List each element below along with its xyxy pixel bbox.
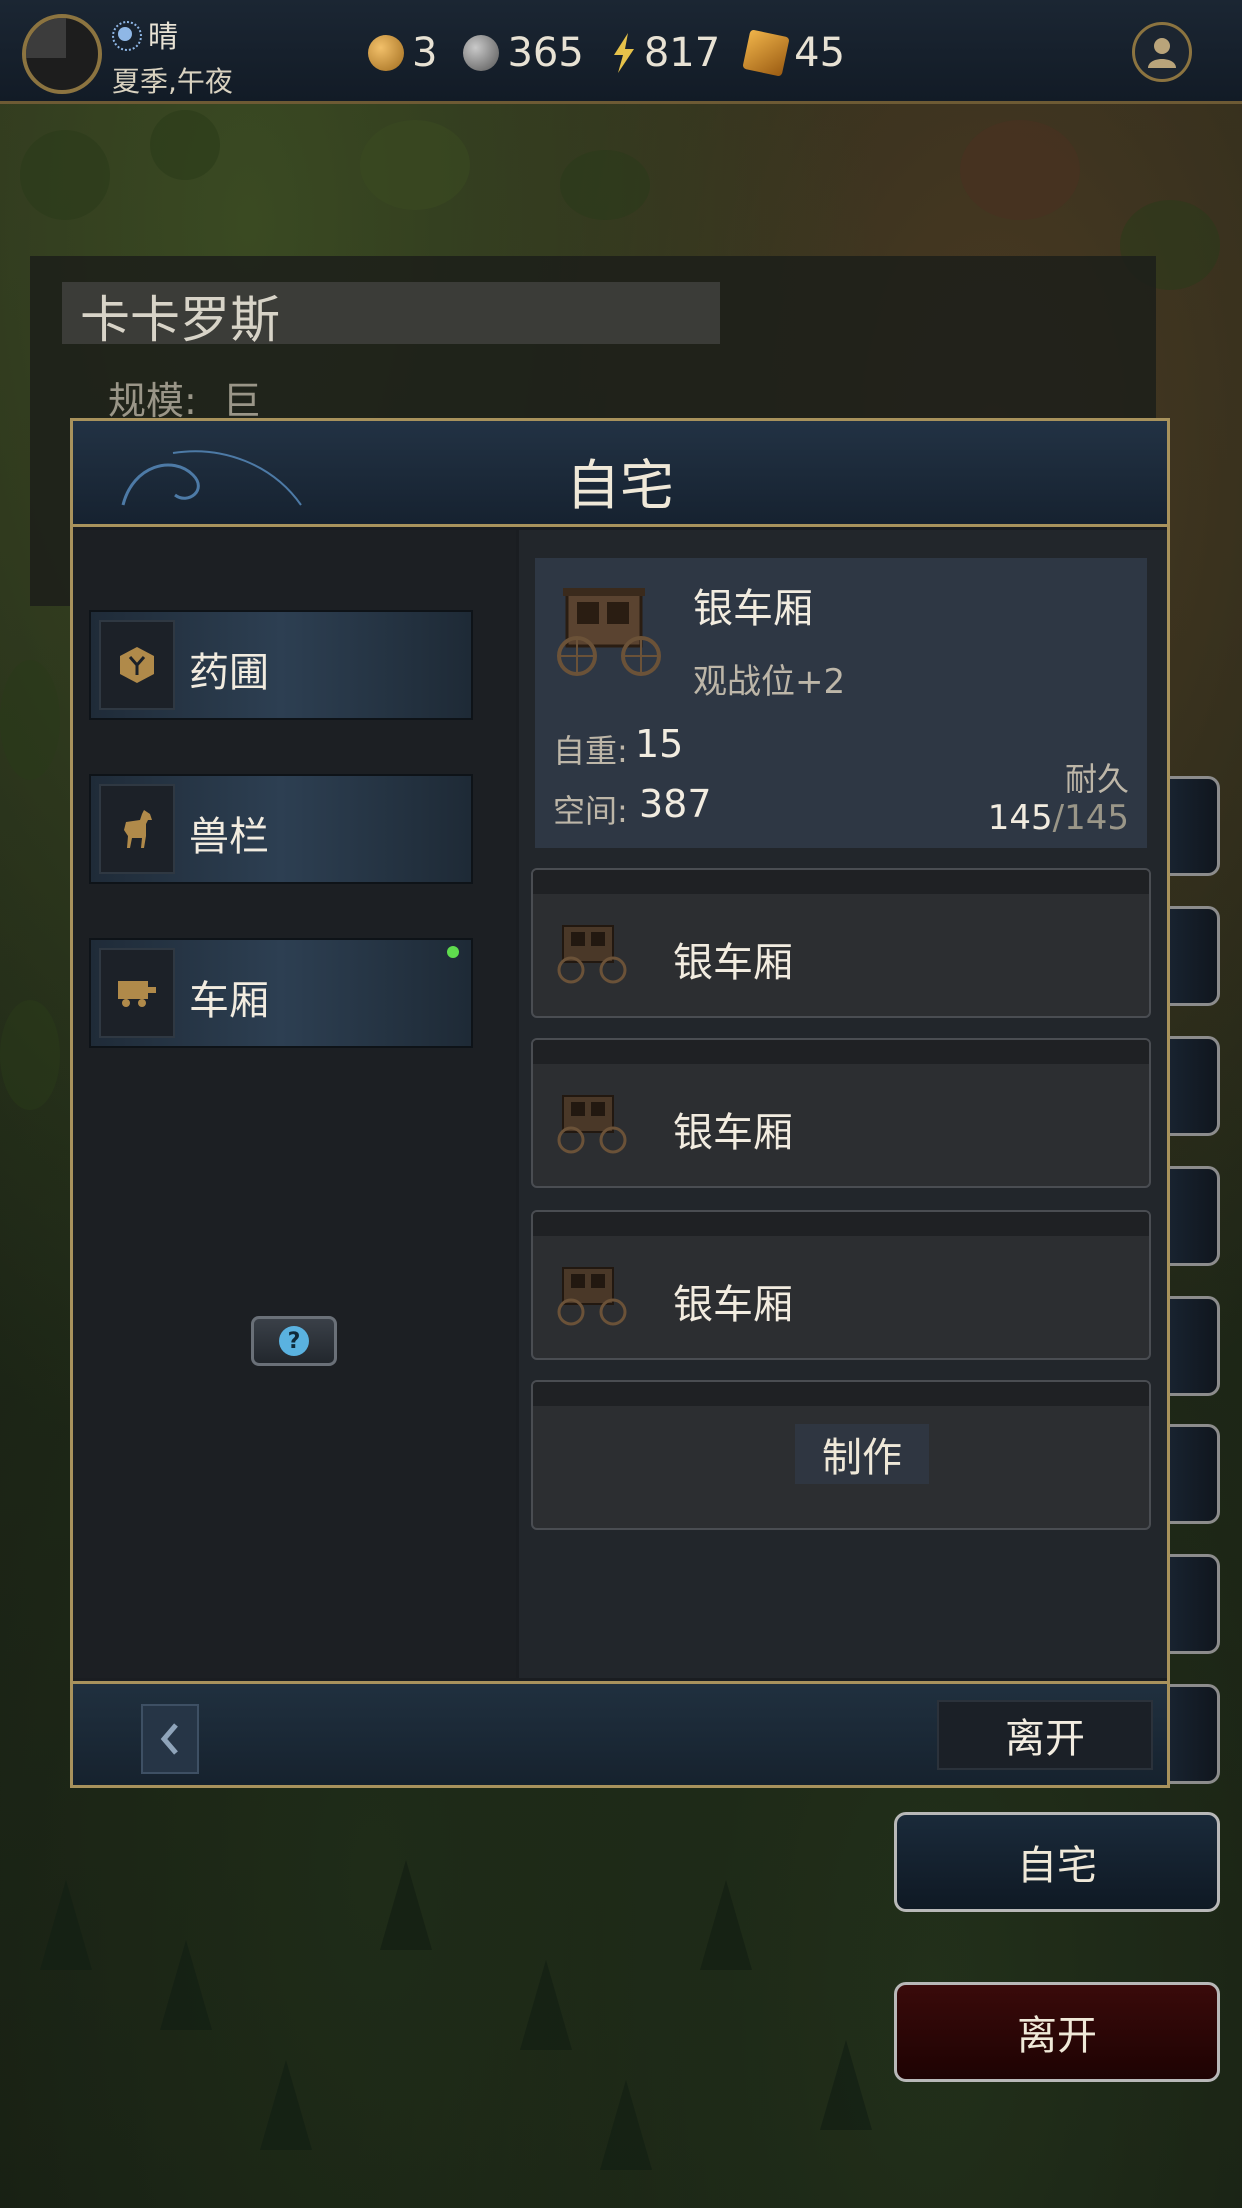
leave-button[interactable]: 离开 [894,1982,1220,2082]
city-scale-label: 规模: [108,379,197,423]
herb-icon [120,647,154,683]
carriage-thumb-icon [557,1267,627,1326]
gold-resource: 3 [368,30,437,76]
dialog-leave-button[interactable]: 离开 [937,1700,1153,1770]
carriage-list-item[interactable]: 银车厢 [531,1038,1151,1188]
craft-button[interactable]: 制作 [795,1424,929,1484]
help-button[interactable]: ? [251,1316,337,1366]
selected-carriage-detail: 银车厢 观战位+2 自重: 15 空间: 387 耐久 145/145 [535,558,1147,848]
season-time-label: 夏季,午夜 [112,65,233,98]
profile-button[interactable] [1132,22,1192,82]
crate-resource: 45 [742,29,846,77]
weight-label: 自重: [553,732,628,770]
question-icon: ? [279,1326,309,1356]
carriage-list-item[interactable]: 银车厢 [531,868,1151,1018]
cart-icon [118,981,156,1007]
durability-max: /145 [1052,798,1129,838]
detail-carriage-bonus: 观战位+2 [693,662,846,702]
carriage-thumb-icon [557,1095,627,1154]
svg-text:?: ? [288,1329,301,1354]
notification-dot [447,946,459,958]
durability-value: 145/145 [988,798,1129,838]
weight-value: 15 [635,722,684,766]
city-scale-value: 巨 [222,379,261,423]
player-avatar[interactable] [22,14,102,94]
sun-icon [110,19,142,51]
space-label: 空间: [553,792,628,830]
carriage-thumb-icon [557,925,627,984]
craft-slot: 制作 [531,1380,1151,1530]
nav-item-carriage[interactable]: 车厢 [89,938,473,1048]
durability-current: 145 [987,798,1053,838]
crate-count: 45 [794,30,846,76]
nav-label: 兽栏 [189,814,269,860]
chevron-left-icon [160,1723,178,1755]
detail-carriage-name: 银车厢 [693,586,813,632]
energy-count: 817 [643,30,721,76]
weather-indicator: 晴 [110,12,178,56]
horse-icon [124,810,152,848]
home-button[interactable]: 自宅 [894,1812,1220,1912]
dialog-footer: 离开 [73,1681,1167,1785]
durability-label: 耐久 [1064,760,1129,798]
nav-item-stable[interactable]: 兽栏 [89,774,473,884]
user-icon [1148,38,1176,68]
carriage-list-label: 银车厢 [673,1282,793,1328]
nav-label: 药圃 [189,650,269,696]
gold-count: 3 [412,30,438,76]
resource-bar: 3 365 817 45 [368,29,871,77]
carriage-list-panel: 银车厢 观战位+2 自重: 15 空间: 387 耐久 145/145 银车厢 [519,530,1167,1678]
silver-resource: 365 [463,30,584,76]
category-sidebar: 药圃 兽栏 车厢 ? [73,530,516,1678]
space-value: 387 [639,782,712,826]
crate-icon [742,29,790,77]
weather-label: 晴 [148,20,178,55]
carriage-image-icon [557,588,661,676]
dialog-title: 自宅 [566,454,674,517]
city-scale: 规模: 巨 [108,370,261,425]
home-dialog: 自宅 药圃 兽栏 车厢 ? 银车厢 观战位+2 自重: 15 空间: 387 耐… [70,418,1170,1788]
carriage-list-label: 银车厢 [673,1110,793,1156]
lightning-icon [613,33,634,73]
city-name: 卡卡罗斯 [80,291,280,349]
silver-count: 365 [507,30,584,76]
carriage-list-label: 银车厢 [673,940,793,986]
top-status-bar: 晴 夏季,午夜 3 365 817 45 [0,0,1242,104]
silver-coin-icon [463,35,500,71]
energy-resource: 817 [610,30,720,76]
carriage-list-item[interactable]: 银车厢 [531,1210,1151,1360]
gold-coin-icon [368,35,404,71]
back-button[interactable] [141,1704,199,1774]
nav-item-herb-garden[interactable]: 药圃 [89,610,473,720]
dialog-header: 自宅 [73,421,1167,527]
nav-label: 车厢 [189,978,269,1024]
